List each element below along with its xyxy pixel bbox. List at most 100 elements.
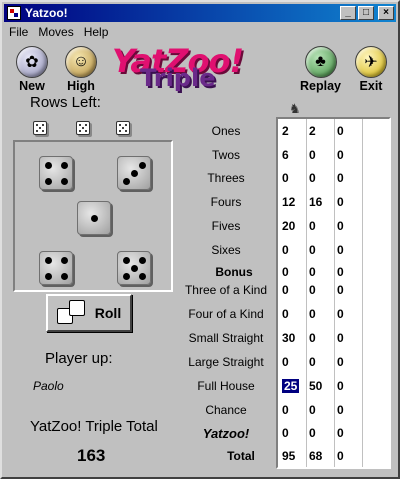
die-4[interactable] — [39, 251, 73, 285]
category-label: Twos — [211, 148, 240, 162]
score-cell[interactable]: 0 — [282, 265, 289, 279]
score-cell[interactable]: 0 — [309, 403, 316, 417]
window-title: Yatzoo! — [25, 6, 68, 20]
score-cell[interactable]: 0 — [282, 307, 289, 321]
die-pip — [91, 215, 98, 222]
die-1[interactable] — [39, 156, 73, 190]
score-cell[interactable]: 0 — [337, 403, 344, 417]
score-cell[interactable]: 0 — [337, 265, 344, 279]
score-cell[interactable]: 12 — [282, 195, 295, 209]
score-cell[interactable]: 0 — [282, 283, 289, 297]
score-cell[interactable]: 0 — [337, 195, 344, 209]
rows-left-die-icon — [76, 121, 90, 135]
score-cell[interactable]: 0 — [337, 355, 344, 369]
menu-help[interactable]: Help — [79, 25, 114, 39]
title-bar: Yatzoo! _ □ × — [4, 4, 396, 22]
die-pip — [61, 273, 68, 280]
die-pip — [131, 170, 138, 177]
score-cell[interactable]: 6 — [282, 148, 289, 162]
score-cell[interactable]: 0 — [309, 171, 316, 185]
category-label: Total — [227, 449, 255, 463]
category-label: Sixes — [211, 243, 241, 257]
app-window: Yatzoo! _ □ × File Moves Help ✿ New ☺ Hi… — [0, 0, 400, 479]
score-cell[interactable]: 0 — [337, 243, 344, 257]
score-cell[interactable]: 0 — [337, 449, 344, 463]
replay-button[interactable]: ♣ Replay — [300, 46, 341, 93]
exit-label: Exit — [359, 79, 383, 93]
score-cell[interactable]: 0 — [337, 331, 344, 345]
category-label: Four of a Kind — [188, 307, 264, 321]
exit-icon: ✈ — [355, 46, 387, 78]
category-label: Full House — [197, 379, 255, 393]
score-cell[interactable]: 0 — [309, 265, 316, 279]
score-cell[interactable]: 95 — [282, 449, 295, 463]
score-cell[interactable]: 0 — [309, 426, 316, 440]
category-label: Three of a Kind — [184, 283, 268, 297]
score-cell[interactable]: 0 — [337, 307, 344, 321]
die-pip — [131, 265, 138, 272]
score-cell[interactable]: 68 — [309, 449, 322, 463]
player-name: Paolo — [33, 379, 64, 393]
score-cell[interactable]: 0 — [309, 355, 316, 369]
high-scores-button[interactable]: ☺ High — [65, 46, 97, 93]
score-cell[interactable]: 2 — [309, 124, 316, 138]
score-cell[interactable]: 0 — [337, 283, 344, 297]
score-cell[interactable]: 20 — [282, 219, 295, 233]
roll-dice-icon — [56, 300, 87, 326]
score-cell[interactable]: 25 — [282, 379, 300, 393]
die-pip — [61, 257, 68, 264]
score-cell[interactable]: 16 — [309, 195, 322, 209]
exit-button[interactable]: ✈ Exit — [355, 46, 387, 93]
score-cell[interactable]: 0 — [309, 148, 316, 162]
die-pip — [61, 178, 68, 185]
score-cell[interactable]: 0 — [282, 355, 289, 369]
score-cell[interactable]: 0 — [337, 124, 344, 138]
category-label: Fours — [210, 195, 242, 209]
close-button[interactable]: × — [378, 6, 394, 20]
score-cell[interactable]: 0 — [282, 403, 289, 417]
score-cell[interactable]: 0 — [282, 426, 289, 440]
score-cell[interactable]: 0 — [282, 171, 289, 185]
score-cell[interactable]: 0 — [337, 148, 344, 162]
menu-file[interactable]: File — [4, 25, 33, 39]
new-label: New — [19, 79, 45, 93]
rows-left-die-icon — [33, 121, 47, 135]
die-pip — [123, 257, 130, 264]
yatzoo-logo: YatZoo! Triple — [112, 42, 274, 92]
menu-bar: File Moves Help — [4, 23, 113, 41]
die-3[interactable] — [77, 201, 111, 235]
rows-left-label: Rows Left: — [30, 94, 101, 111]
score-cell[interactable]: 0 — [309, 331, 316, 345]
replay-icon: ♣ — [304, 46, 337, 78]
die-pip — [123, 178, 130, 185]
grand-total-label: YatZoo! Triple Total — [30, 418, 158, 435]
score-cell[interactable]: 0 — [309, 283, 316, 297]
die-pip — [123, 273, 130, 280]
category-label: Fives — [211, 219, 241, 233]
score-cell[interactable]: 30 — [282, 331, 295, 345]
player-column-icon: ♞ — [289, 101, 301, 116]
minimize-button[interactable]: _ — [340, 6, 356, 20]
score-cell[interactable]: 0 — [337, 219, 344, 233]
score-cell[interactable]: 0 — [309, 219, 316, 233]
die-2[interactable] — [117, 156, 151, 190]
score-cell[interactable]: 0 — [309, 243, 316, 257]
maximize-button[interactable]: □ — [358, 6, 374, 20]
category-label: Bonus — [215, 265, 253, 279]
score-cell[interactable]: 0 — [337, 426, 344, 440]
menu-moves[interactable]: Moves — [33, 25, 78, 39]
die-pip — [61, 162, 68, 169]
score-cell[interactable]: 0 — [309, 307, 316, 321]
new-game-button[interactable]: ✿ New — [16, 46, 48, 93]
category-label: Small Straight — [188, 331, 264, 345]
roll-button[interactable]: Roll — [46, 294, 132, 332]
score-cell[interactable]: 0 — [282, 243, 289, 257]
score-cell[interactable]: 0 — [337, 379, 344, 393]
score-cell[interactable]: 2 — [282, 124, 289, 138]
die-5[interactable] — [117, 251, 151, 285]
score-cell[interactable]: 50 — [309, 379, 322, 393]
high-label: High — [67, 79, 95, 93]
score-sheet[interactable]: 2 2 0 6 0 0 0 0 0 12 16 0 20 0 0 0 0 0 0 0 0 0 0 0 0 0 0 30 0 0 0 0 0 25 5… — [276, 117, 391, 469]
roll-label: Roll — [94, 305, 122, 321]
score-cell[interactable]: 0 — [337, 171, 344, 185]
